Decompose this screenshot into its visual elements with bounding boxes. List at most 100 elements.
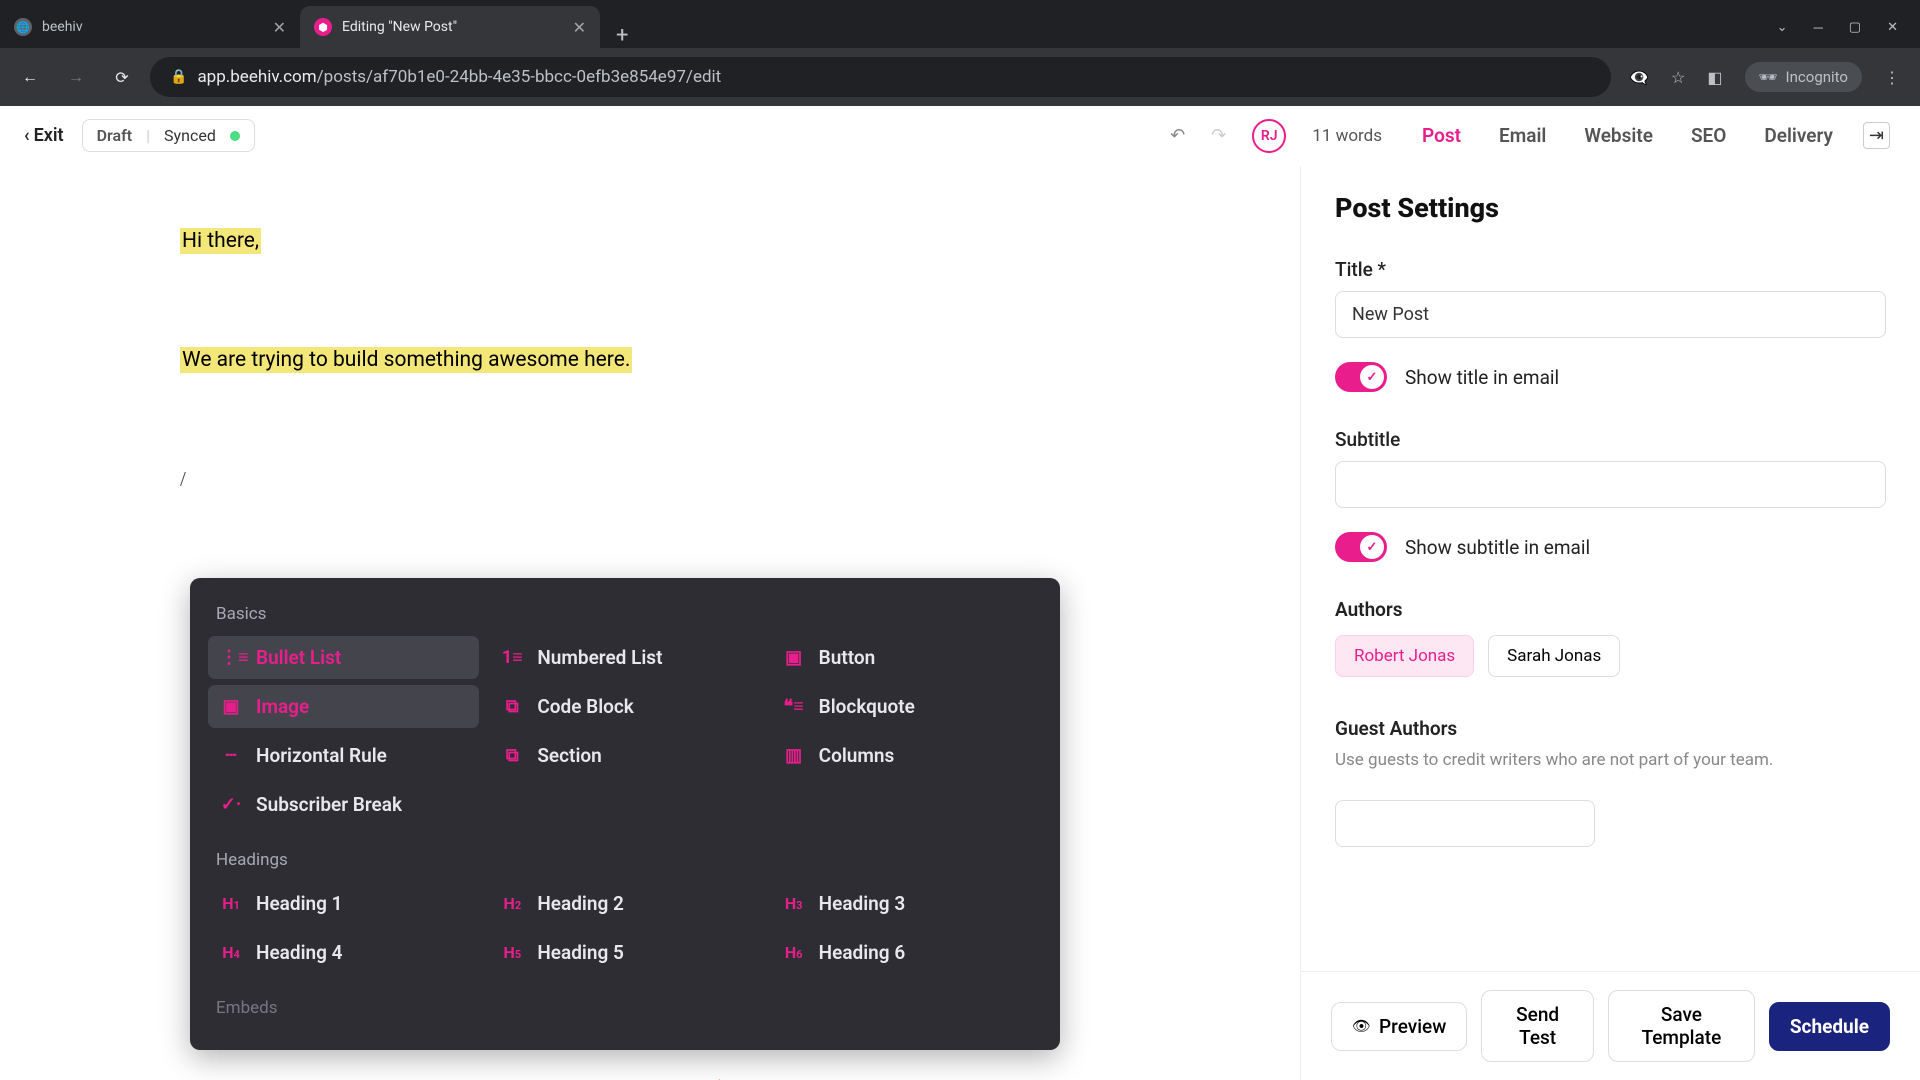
kebab-menu-icon[interactable]: ⋮: [1884, 68, 1900, 87]
send-test-button[interactable]: Send Test: [1481, 990, 1594, 1062]
heading-icon: H5: [501, 943, 523, 962]
header-center: ↶ ↷ RJ 11 words: [1170, 119, 1382, 153]
header-tab-post[interactable]: Post: [1422, 124, 1461, 147]
authors-row: Robert Jonas Sarah Jonas: [1335, 635, 1886, 677]
exit-label: Exit: [34, 125, 64, 146]
show-subtitle-toggle[interactable]: ✓: [1335, 532, 1387, 562]
sidebar-scroll[interactable]: Post Settings Title * ✓ Show title in em…: [1301, 166, 1920, 971]
chevron-left-icon: ‹: [24, 125, 30, 146]
reload-button[interactable]: ⟳: [104, 59, 140, 95]
slash-item-heading-4[interactable]: H4Heading 4: [208, 931, 479, 974]
eye-icon: 👁: [1352, 1017, 1371, 1035]
slash-command-menu: Basics ⋮≡Bullet List1≡Numbered List▣Butt…: [190, 578, 1060, 1050]
slash-item-icon: ⧉: [501, 745, 523, 766]
heading-icon: H2: [501, 894, 523, 913]
sidebar-title: Post Settings: [1335, 192, 1886, 224]
minimize-icon[interactable]: ─: [1814, 20, 1823, 36]
slash-item-subscriber-break[interactable]: ✓·Subscriber Break: [208, 783, 479, 826]
bookmark-icon[interactable]: ☆: [1671, 68, 1685, 87]
slash-item-code-block[interactable]: ⧉Code Block: [489, 685, 760, 728]
slash-item-heading-3[interactable]: H3 Heading 3: [771, 882, 1042, 925]
slash-item-heading-2[interactable]: H2Heading 2: [489, 882, 760, 925]
header-tab-website[interactable]: Website: [1584, 124, 1653, 147]
incognito-badge[interactable]: 🕶 Incognito: [1745, 62, 1863, 92]
slash-item-label: Section: [537, 744, 601, 767]
header-tab-seo[interactable]: SEO: [1691, 124, 1726, 147]
close-icon[interactable]: ✕: [573, 18, 586, 37]
heading-icon: H1: [220, 894, 242, 913]
sync-dot-icon: [230, 131, 240, 141]
save-template-button[interactable]: Save Template: [1608, 990, 1755, 1062]
heading-icon: H4: [220, 943, 242, 962]
divider: |: [146, 126, 150, 145]
editor-pane[interactable]: Hi there, We are trying to build somethi…: [0, 166, 1300, 1080]
slash-item-label: Heading 5: [537, 941, 624, 964]
header-tab-email[interactable]: Email: [1499, 124, 1546, 147]
panel-icon[interactable]: ◧: [1707, 68, 1722, 87]
slash-section-headings: Headings: [202, 844, 1048, 882]
slash-item-horizontal-rule[interactable]: ┄Horizontal Rule: [208, 734, 479, 777]
avatar[interactable]: RJ: [1252, 119, 1286, 153]
redo-button[interactable]: ↷: [1211, 125, 1226, 146]
heading-icon: H3: [783, 894, 805, 913]
sidebar-footer: 👁Preview Send Test Save Template Schedul…: [1301, 971, 1920, 1080]
show-title-label: Show title in email: [1405, 366, 1559, 389]
slash-item-columns[interactable]: ▥Columns: [771, 734, 1042, 777]
globe-icon: 🌐: [14, 18, 32, 36]
eye-off-icon[interactable]: 👁‍🗨: [1629, 68, 1649, 87]
slash-item-icon: ⧉: [501, 696, 523, 717]
slash-item-label: Blockquote: [819, 695, 915, 718]
show-title-toggle[interactable]: ✓: [1335, 362, 1387, 392]
slash-item-bullet-list[interactable]: ⋮≡Bullet List: [208, 636, 479, 679]
author-chip[interactable]: Robert Jonas: [1335, 635, 1474, 677]
slash-item-label: Bullet List: [256, 646, 341, 669]
title-input[interactable]: [1335, 291, 1886, 338]
slash-item-heading-6[interactable]: H6Heading 6: [771, 931, 1042, 974]
subtitle-input[interactable]: [1335, 461, 1886, 508]
close-window-icon[interactable]: ✕: [1887, 20, 1898, 36]
slash-item-icon: 1≡: [501, 647, 523, 668]
editor-paragraph[interactable]: Hi there,: [180, 226, 1120, 258]
editor-header: ‹ Exit Draft | Synced ↶ ↷ RJ 11 words Po…: [0, 106, 1920, 166]
slash-item-heading-1[interactable]: H1Heading 1: [208, 882, 479, 925]
undo-button[interactable]: ↶: [1170, 125, 1185, 146]
slash-item-image[interactable]: ▣Image: [208, 685, 479, 728]
close-icon[interactable]: ✕: [273, 18, 286, 37]
schedule-button[interactable]: Schedule: [1769, 1002, 1890, 1051]
toolbar-right: 👁‍🗨 ☆ ◧ 🕶 Incognito ⋮: [1621, 62, 1908, 92]
browser-tab-editing[interactable]: ⬢ Editing "New Post" ✕: [300, 6, 600, 48]
address-bar[interactable]: 🔒 app.beehiv.com/posts/af70b1e0-24bb-4e3…: [150, 57, 1611, 97]
title-label: Title *: [1335, 258, 1886, 281]
slash-item-button[interactable]: ▣Button: [771, 636, 1042, 679]
forward-button[interactable]: →: [58, 59, 94, 95]
app-body: Hi there, We are trying to build somethi…: [0, 166, 1920, 1080]
preview-button[interactable]: 👁Preview: [1331, 1002, 1467, 1051]
slash-item-label: Heading 3: [819, 892, 906, 915]
incognito-icon: 🕶: [1759, 68, 1778, 86]
show-subtitle-label: Show subtitle in email: [1405, 536, 1590, 559]
slash-item-heading-5[interactable]: H5 Heading 5: [489, 931, 760, 974]
settings-sidebar: Post Settings Title * ✓ Show title in em…: [1300, 166, 1920, 1080]
heading-icon: H6: [783, 943, 805, 962]
maximize-icon[interactable]: ▢: [1849, 20, 1861, 36]
show-subtitle-toggle-row: ✓ Show subtitle in email: [1335, 532, 1886, 562]
editor-paragraph[interactable]: [180, 286, 1120, 318]
back-button[interactable]: ←: [12, 59, 48, 95]
header-tab-delivery[interactable]: Delivery: [1764, 124, 1833, 147]
slash-command-trigger[interactable]: /: [180, 464, 1120, 496]
author-chip[interactable]: Sarah Jonas: [1488, 635, 1620, 677]
chevron-down-icon[interactable]: ⌄: [1777, 20, 1788, 36]
exit-button[interactable]: ‹ Exit: [24, 125, 64, 146]
editor-paragraph[interactable]: [180, 405, 1120, 437]
slash-item-blockquote[interactable]: ❝≡Blockquote: [771, 685, 1042, 728]
editor-paragraph[interactable]: We are trying to build something awesome…: [180, 345, 1120, 377]
slash-item-label: Button: [819, 646, 876, 669]
slash-item-numbered-list[interactable]: 1≡Numbered List: [489, 636, 760, 679]
collapse-sidebar-button[interactable]: ⇥: [1863, 122, 1890, 149]
browser-tab-beehiv[interactable]: 🌐 beehiv ✕: [0, 6, 300, 48]
incognito-label: Incognito: [1786, 68, 1848, 86]
new-tab-button[interactable]: +: [600, 23, 644, 48]
slash-item-section[interactable]: ⧉ Section: [489, 734, 760, 777]
lock-icon: 🔒: [170, 69, 187, 85]
guest-author-input[interactable]: [1335, 800, 1595, 847]
